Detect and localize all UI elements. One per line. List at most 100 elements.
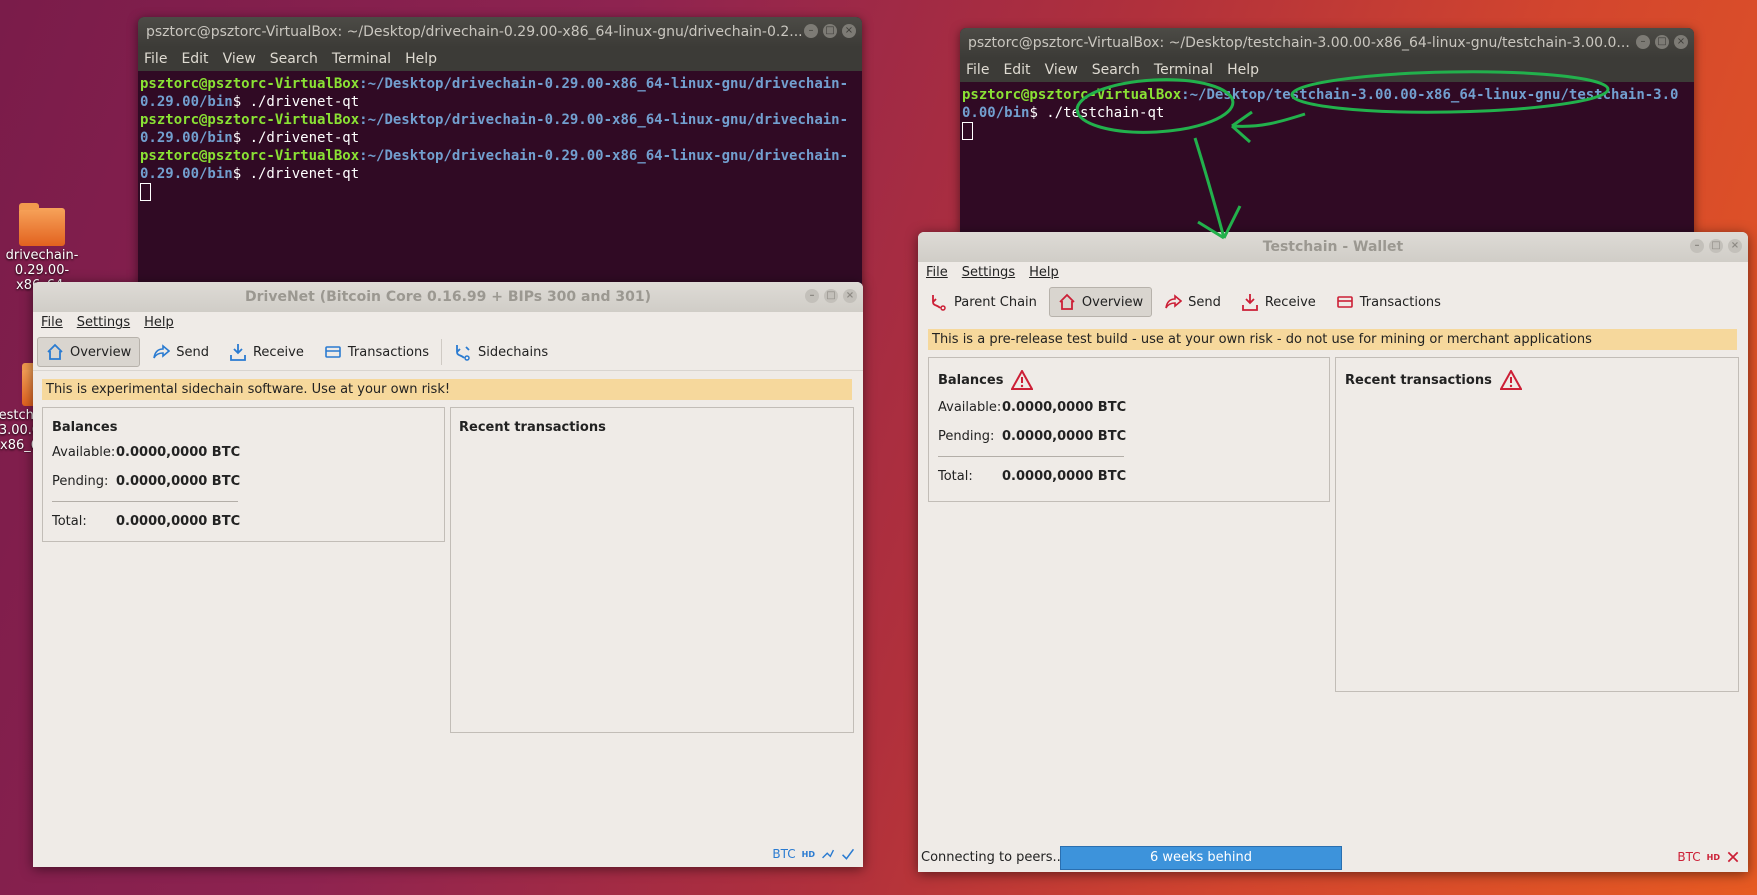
menu-file[interactable]: File bbox=[926, 262, 948, 284]
balances-title-text: Balances bbox=[938, 372, 1004, 388]
maximize-icon[interactable]: □ bbox=[824, 289, 838, 303]
maximize-icon[interactable]: □ bbox=[823, 24, 837, 38]
terminal-titlebar[interactable]: psztorc@psztorc-VirtualBox: ~/Desktop/dr… bbox=[138, 17, 862, 47]
pending-value: 0.0000,0000 BTC bbox=[1002, 429, 1127, 444]
minimize-icon[interactable]: – bbox=[804, 24, 818, 38]
tab-send[interactable]: Send bbox=[144, 338, 217, 366]
menu-file[interactable]: File bbox=[144, 47, 167, 71]
sync-progress-bar[interactable]: 6 weeks behind bbox=[1060, 846, 1342, 870]
menu-search[interactable]: Search bbox=[270, 47, 318, 71]
unit-label[interactable]: BTC bbox=[772, 847, 795, 861]
maximize-icon[interactable]: □ bbox=[1655, 35, 1669, 49]
pending-label: Pending: bbox=[52, 474, 109, 489]
receive-icon bbox=[230, 344, 246, 361]
progress-text: 6 weeks behind bbox=[1149, 850, 1253, 865]
menu-help[interactable]: Help bbox=[1029, 262, 1059, 284]
warning-banner: This is a pre-release test build - use a… bbox=[928, 329, 1737, 350]
available-label: Available: bbox=[938, 400, 1002, 415]
testchain-window[interactable]: Testchain - Wallet – □ × File Settings H… bbox=[918, 232, 1748, 872]
close-icon[interactable]: × bbox=[1674, 35, 1688, 49]
minimize-icon[interactable]: – bbox=[1690, 239, 1704, 253]
testchain-titlebar[interactable]: Testchain - Wallet – □ × bbox=[918, 232, 1748, 262]
testchain-toolbar: Parent Chain Overview Send Receive Trans… bbox=[918, 284, 1748, 320]
menu-view[interactable]: View bbox=[223, 47, 256, 71]
send-arrow-icon bbox=[153, 344, 171, 359]
close-icon[interactable]: × bbox=[843, 289, 857, 303]
close-icon[interactable]: × bbox=[1728, 239, 1742, 253]
disconnected-x-icon[interactable] bbox=[1726, 850, 1740, 864]
terminal-menubar: File Edit View Search Terminal Help bbox=[138, 47, 862, 71]
desktop-icon-drivechain[interactable]: drivechain-0.29.00-x86_64-linux-gnu bbox=[2, 203, 82, 293]
terminal-line: psztorc@psztorc-VirtualBox:~/Desktop/dri… bbox=[140, 112, 849, 146]
tab-label: Transactions bbox=[347, 344, 430, 360]
menu-help[interactable]: Help bbox=[1227, 58, 1259, 82]
recent-transactions-title: Recent transactions bbox=[1336, 358, 1738, 402]
minimize-icon[interactable]: – bbox=[1636, 35, 1650, 49]
close-icon[interactable]: × bbox=[842, 24, 856, 38]
terminal-titlebar[interactable]: psztorc@psztorc-VirtualBox: ~/Desktop/te… bbox=[960, 28, 1694, 58]
menu-view[interactable]: View bbox=[1045, 58, 1078, 82]
menu-file[interactable]: File bbox=[966, 58, 989, 82]
menu-settings[interactable]: Settings bbox=[77, 312, 130, 334]
send-arrow-icon bbox=[1165, 294, 1183, 309]
menu-terminal[interactable]: Terminal bbox=[1154, 58, 1213, 82]
synced-check-icon[interactable] bbox=[841, 847, 855, 861]
unit-label[interactable]: BTC bbox=[1677, 850, 1700, 864]
terminal-line: psztorc@psztorc-VirtualBox:~/Desktop/dri… bbox=[140, 148, 849, 182]
maximize-icon[interactable]: □ bbox=[1709, 239, 1723, 253]
window-title: psztorc@psztorc-VirtualBox: ~/Desktop/dr… bbox=[146, 24, 803, 40]
recent-transactions-title-text: Recent transactions bbox=[1345, 372, 1492, 388]
balances-title: Balances bbox=[938, 370, 1320, 390]
network-icon[interactable] bbox=[821, 847, 835, 861]
tab-overview[interactable]: Overview bbox=[1048, 287, 1153, 317]
terminal-line: psztorc@psztorc-VirtualBox:~/Desktop/dri… bbox=[140, 76, 849, 110]
warning-icon[interactable] bbox=[1499, 370, 1522, 390]
recent-transactions-title: Recent transactions bbox=[459, 420, 606, 435]
transactions-icon bbox=[325, 346, 341, 358]
menu-help[interactable]: Help bbox=[405, 47, 437, 71]
tab-send[interactable]: Send bbox=[1156, 288, 1229, 316]
tab-label: Receive bbox=[252, 344, 304, 360]
menu-search[interactable]: Search bbox=[1092, 58, 1140, 82]
terminal-window-testchain[interactable]: psztorc@psztorc-VirtualBox: ~/Desktop/te… bbox=[960, 28, 1694, 233]
tab-transactions[interactable]: Transactions bbox=[316, 338, 437, 366]
receive-icon bbox=[1241, 294, 1258, 311]
menu-help[interactable]: Help bbox=[144, 312, 174, 334]
tab-transactions[interactable]: Transactions bbox=[1328, 288, 1449, 316]
folder-icon bbox=[19, 203, 65, 246]
tab-parent-chain[interactable]: Parent Chain bbox=[922, 288, 1045, 316]
command-text: ./drivenet-qt bbox=[249, 94, 360, 110]
drivenet-window[interactable]: DriveNet (Bitcoin Core 0.16.99 + BIPs 30… bbox=[33, 282, 863, 867]
terminal-window-drivechain[interactable]: psztorc@psztorc-VirtualBox: ~/Desktop/dr… bbox=[138, 17, 862, 287]
tab-overview[interactable]: Overview bbox=[37, 337, 141, 367]
drivenet-titlebar[interactable]: DriveNet (Bitcoin Core 0.16.99 + BIPs 30… bbox=[33, 282, 863, 312]
prompt-user: psztorc@psztorc-VirtualBox bbox=[140, 148, 360, 164]
terminal-output[interactable]: psztorc@psztorc-VirtualBox:~/Desktop/dri… bbox=[138, 71, 862, 205]
tab-receive[interactable]: Receive bbox=[1233, 288, 1324, 316]
tab-label: Sidechains bbox=[478, 344, 549, 360]
warning-banner: This is experimental sidechain software.… bbox=[42, 379, 852, 400]
drivenet-toolbar: Overview Send Receive Transactions Sidec… bbox=[33, 334, 863, 371]
terminal-output[interactable]: psztorc@psztorc-VirtualBox:~/Desktop/tes… bbox=[960, 82, 1694, 144]
menu-edit[interactable]: Edit bbox=[1003, 58, 1030, 82]
menu-settings[interactable]: Settings bbox=[962, 262, 1015, 284]
menu-edit[interactable]: Edit bbox=[181, 47, 208, 71]
hd-icon: HD bbox=[1706, 852, 1720, 862]
minimize-icon[interactable]: – bbox=[805, 289, 819, 303]
tab-receive[interactable]: Receive bbox=[221, 338, 312, 366]
warning-icon[interactable] bbox=[1011, 370, 1034, 390]
menu-file[interactable]: File bbox=[41, 312, 63, 334]
window-title: Testchain - Wallet bbox=[1262, 239, 1404, 255]
total-label: Total: bbox=[938, 469, 973, 484]
tab-sidechains[interactable]: Sidechains bbox=[446, 338, 556, 366]
hd-icon: HD bbox=[801, 849, 815, 859]
pending-row: Pending: 0.0000,0000 BTC bbox=[938, 429, 1320, 444]
command-text: ./testchain-qt bbox=[1046, 105, 1165, 121]
tab-label: Receive bbox=[1264, 294, 1316, 310]
toolbar-separator bbox=[441, 339, 443, 365]
command-text: ./drivenet-qt bbox=[249, 130, 360, 146]
window-title: DriveNet (Bitcoin Core 0.16.99 + BIPs 30… bbox=[245, 289, 651, 305]
terminal-cursor bbox=[140, 183, 151, 201]
menu-terminal[interactable]: Terminal bbox=[332, 47, 391, 71]
pending-value: 0.0000,0000 BTC bbox=[116, 474, 241, 489]
